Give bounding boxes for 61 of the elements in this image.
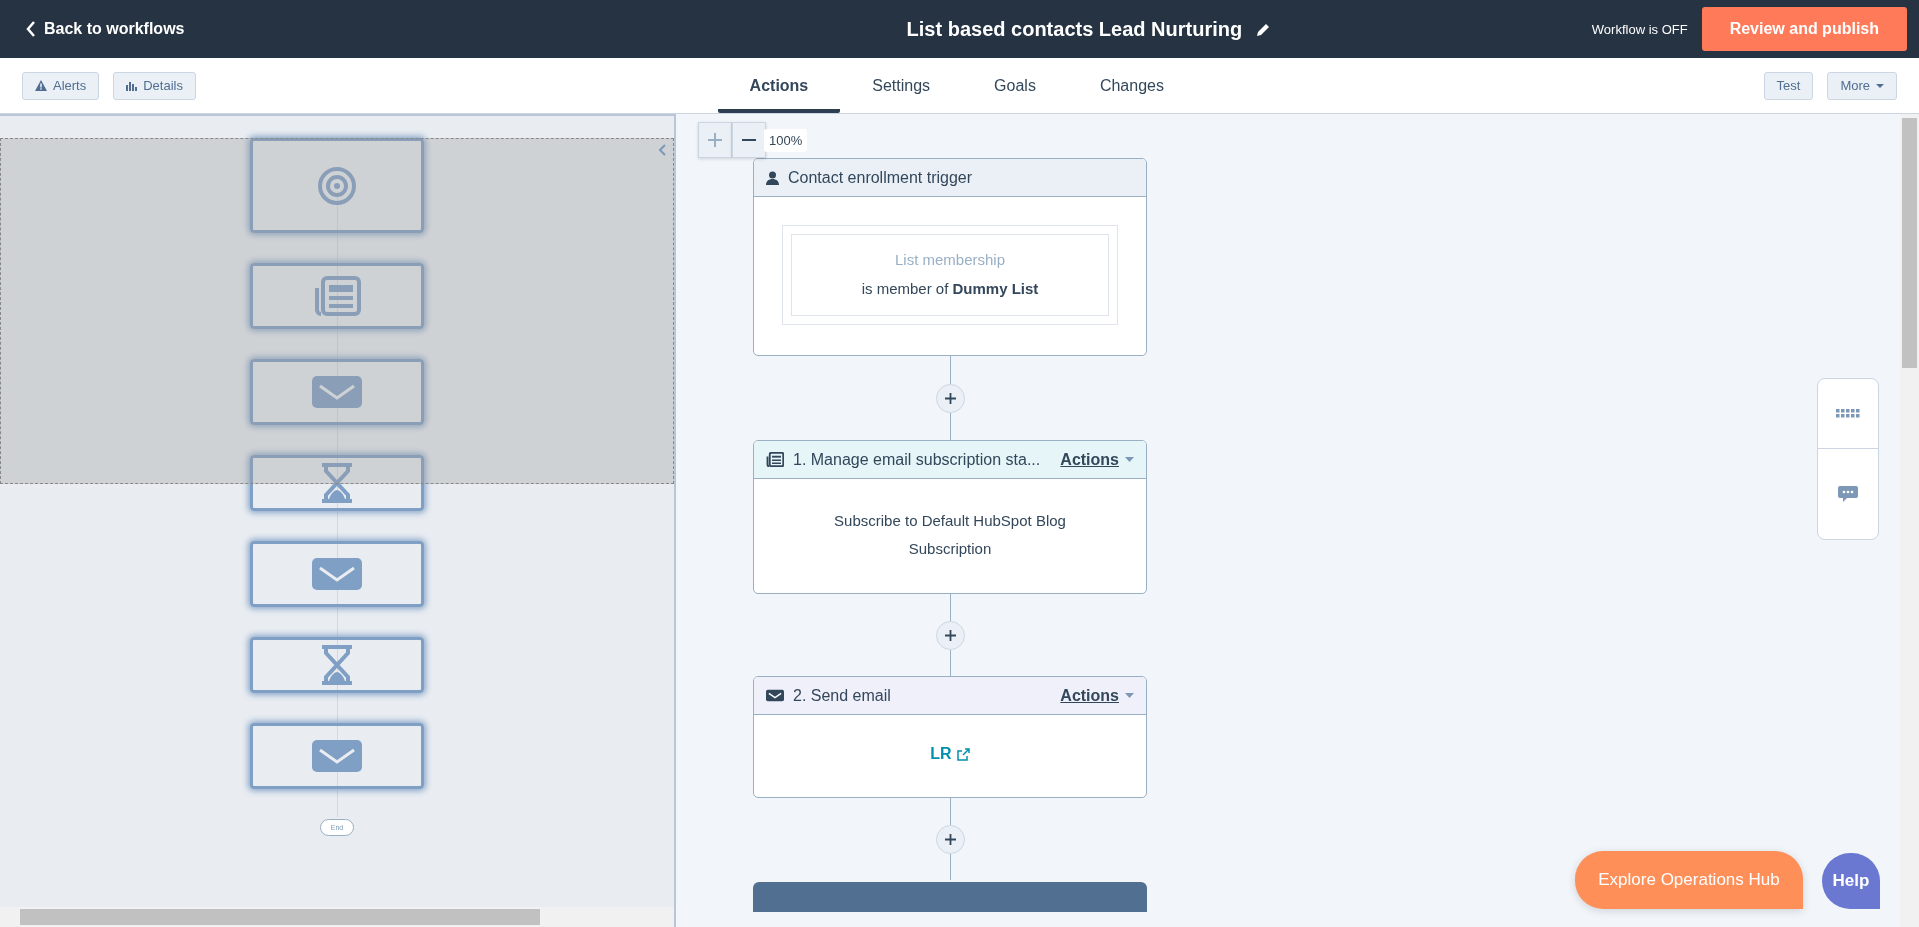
warning-icon <box>35 80 47 91</box>
zoom-out-button[interactable] <box>732 122 766 158</box>
minimap-node[interactable] <box>250 138 424 233</box>
horizontal-scrollbar[interactable] <box>0 907 674 927</box>
hourglass-icon <box>320 645 354 685</box>
bar-chart-icon <box>126 80 138 91</box>
minus-icon <box>742 139 756 141</box>
target-icon <box>317 165 357 206</box>
email-link[interactable]: LR <box>930 745 970 763</box>
plus-icon <box>944 629 956 641</box>
alerts-button[interactable]: Alerts <box>22 71 100 100</box>
plus-icon <box>944 833 956 845</box>
minimap-node[interactable] <box>250 455 424 511</box>
add-step-button[interactable] <box>935 824 965 854</box>
external-link-icon <box>956 747 970 761</box>
caret-icon <box>1125 693 1134 698</box>
more-button[interactable]: More <box>1827 71 1897 100</box>
envelope-icon <box>312 740 362 772</box>
minimap-node[interactable] <box>250 541 424 607</box>
tab[interactable]: Goals <box>962 62 1068 113</box>
card-title: 1. Manage email subscription sta... <box>793 450 1042 469</box>
plus-icon <box>944 392 956 404</box>
newspaper-icon <box>766 452 784 467</box>
workflow-title: List based contacts Lead Nurturing <box>906 17 1243 41</box>
caret-icon <box>1125 457 1134 462</box>
actions-menu[interactable]: Actions <box>1060 686 1134 705</box>
tab[interactable]: Changes <box>1067 62 1196 113</box>
minimap-node[interactable] <box>250 637 424 693</box>
plus-icon <box>708 133 722 147</box>
keyboard-icon <box>1836 408 1860 419</box>
action-description: Subscribe to Default HubSpot Blog Subscription <box>833 511 1067 559</box>
filter-label: List membership <box>894 251 1005 268</box>
help-button[interactable]: Help <box>1822 853 1880 909</box>
actions-menu[interactable]: Actions <box>1060 450 1134 469</box>
review-publish-button[interactable]: Review and publish <box>1701 7 1907 51</box>
back-link[interactable]: Back to workflows <box>26 20 586 38</box>
minimap-node[interactable] <box>250 263 424 329</box>
envelope-icon <box>766 689 784 702</box>
minimap-node[interactable] <box>250 359 424 425</box>
pencil-icon[interactable] <box>1256 21 1272 37</box>
vertical-scrollbar[interactable] <box>1900 114 1919 927</box>
zoom-level: 100% <box>764 128 808 152</box>
tab[interactable]: Settings <box>840 62 963 113</box>
newspaper-icon <box>313 276 361 316</box>
caret-icon <box>1876 83 1884 88</box>
chat-icon <box>1838 486 1858 502</box>
test-button[interactable]: Test <box>1763 71 1814 100</box>
collapse-icon[interactable] <box>658 144 666 156</box>
details-button[interactable]: Details <box>113 71 196 100</box>
envelope-icon <box>312 376 362 408</box>
chevron-left-icon <box>26 21 36 37</box>
workflow-status: Workflow is OFF <box>1591 21 1688 37</box>
hourglass-icon <box>320 463 354 503</box>
card-title: Contact enrollment trigger <box>788 168 974 187</box>
filter-text: is member of Dummy List <box>861 280 1039 297</box>
minimap-node[interactable] <box>250 723 424 789</box>
person-icon <box>766 170 779 185</box>
envelope-icon <box>312 558 362 590</box>
add-step-button[interactable] <box>935 383 965 413</box>
add-step-button[interactable] <box>935 620 965 650</box>
card-title: 2. Send email <box>793 686 892 705</box>
